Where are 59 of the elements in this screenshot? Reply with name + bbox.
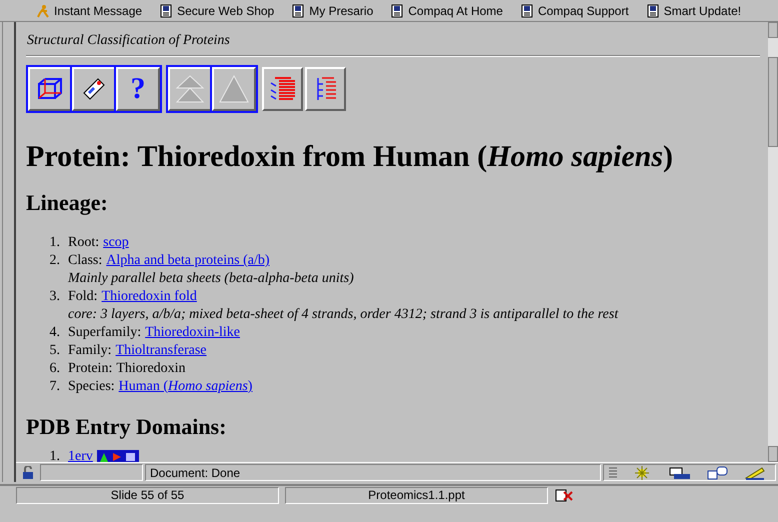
lineage-label: Species: (68, 378, 115, 396)
pencil-icon[interactable] (744, 466, 766, 480)
section-heading: Lineage: (26, 190, 109, 216)
toolbar-button[interactable] (72, 67, 116, 111)
toolbar-button[interactable]: ? (116, 67, 160, 111)
lineage-label: Family: (68, 342, 112, 360)
section-heading: PDB Entry Domains: (26, 414, 228, 440)
double-triangle-icon (174, 73, 206, 105)
lineage-label: Class: (68, 252, 102, 270)
lineage-label: Superfamily: (68, 324, 142, 342)
list-number: 4. (48, 324, 61, 342)
grip-icon (608, 466, 618, 480)
lineage-link[interactable]: scop (103, 234, 129, 252)
domain-icons-drawing (96, 448, 139, 462)
bookmark-link[interactable]: Secure Web Shop (160, 2, 274, 20)
bookmark-link[interactable]: Compaq Support (520, 2, 629, 20)
page-icon (391, 4, 404, 18)
page-heading: Protein: Thioredoxin from Human (Homo sapiens) (26, 140, 674, 174)
toolbar-button[interactable] (262, 67, 303, 111)
file-name: Proteomics1.1.ppt (368, 487, 465, 504)
toolbar-button[interactable] (168, 67, 212, 111)
page-icon (292, 4, 306, 18)
lineage-link[interactable]: Human (Homo sapiens) (118, 378, 252, 396)
lineage-note: Mainly parallel beta sheets (beta-alpha-beta units) (68, 270, 354, 288)
lineage-link[interactable]: Thioredoxin-like (145, 324, 240, 342)
page-icon (520, 4, 534, 18)
scrollbar[interactable] (768, 22, 778, 462)
lineage-link[interactable]: Thioltransferase (116, 342, 207, 360)
site-title: Structural Classification of Proteins (26, 32, 231, 50)
list-number: 7. (48, 378, 61, 396)
list-number: 5. (48, 342, 61, 360)
page-icon (646, 4, 660, 18)
lineage-link[interactable]: Thioredoxin fold (102, 288, 197, 306)
lineage-value: Thioredoxin (116, 360, 186, 378)
lineage-link[interactable]: Alpha and beta proteins (a/b) (106, 252, 270, 270)
list-number: 2. (48, 252, 61, 270)
speech-bubble-icon[interactable] (706, 466, 730, 480)
triangle-icon (218, 73, 250, 105)
monitor-icon[interactable] (668, 466, 692, 480)
lineage-link[interactable]: 1erv (68, 448, 93, 462)
list-number: 6. (48, 360, 61, 378)
bookmark-link[interactable]: Instant Message (36, 2, 142, 20)
slide-counter: Slide 55 of 55 (110, 487, 184, 504)
list-number: 1. (48, 448, 61, 462)
list-number: 3. (48, 288, 61, 306)
person-icon (36, 4, 50, 18)
lineage-note: core: 3 layers, a/b/a; mixed beta-sheet of 4 strands, order 4312; strand 3 is antiparallel to the rest (68, 306, 618, 324)
page-icon (160, 4, 174, 18)
bookmark-link[interactable]: My Presario (292, 2, 374, 20)
toolbar-button[interactable] (212, 67, 256, 111)
list-number: 1. (48, 234, 61, 252)
lineage-label: Root: (68, 234, 100, 252)
toolbar-button[interactable] (305, 67, 346, 111)
bookmark-link[interactable]: Smart Update! (646, 2, 742, 20)
lineage-label: Fold: (68, 288, 98, 306)
lineage-label: Protein: (68, 360, 112, 378)
toolbar-button[interactable] (28, 67, 72, 111)
bookmark-link[interactable]: Compaq At Home (391, 2, 503, 20)
status-text: Document: Done (150, 464, 240, 482)
